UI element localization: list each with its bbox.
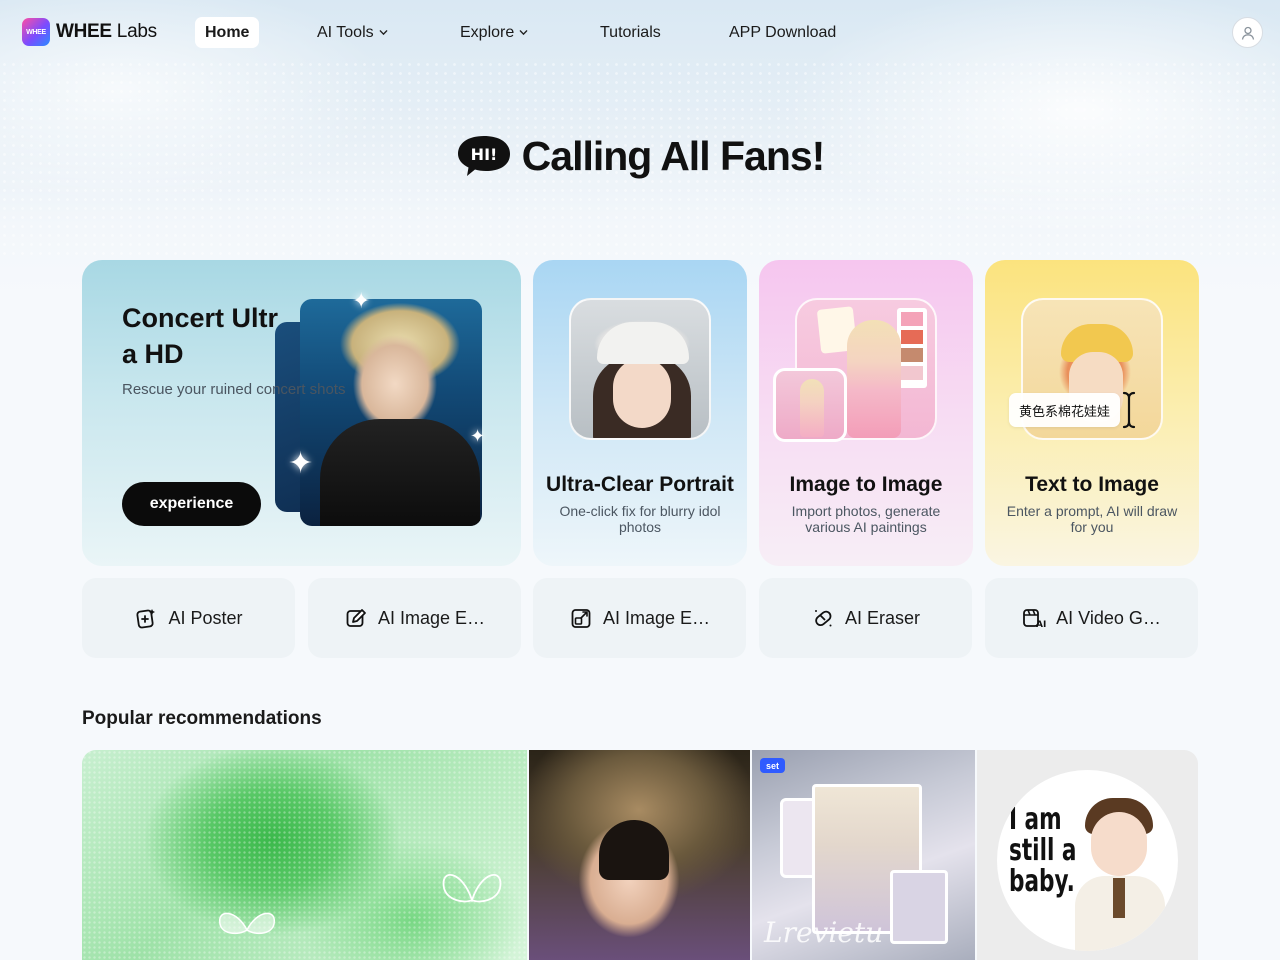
hi-speech-bubble-icon: HI! [457,136,510,176]
feature-card-ultra-clear-portrait[interactable]: Ultra-Clear Portrait One-click fix for b… [533,260,747,566]
chevron-down-icon [379,30,387,36]
nav-home[interactable]: Home [195,17,260,48]
card-title: Image to Image [789,473,943,496]
eraser-icon [811,606,835,630]
svg-text:AI: AI [1036,620,1046,629]
thumbnail-figure [847,320,901,438]
recommendation-card[interactable] [529,750,750,960]
nav-app-download[interactable]: APP Download [719,17,846,48]
top-navigation: WHEE WHEE Labs Home AI Tools Explore Tut… [0,0,1280,64]
sticker-figure [1075,792,1165,951]
thumbnail-color-swatch [897,308,927,388]
card-description: Enter a prompt, AI will draw for you [1006,503,1178,535]
user-avatar-button[interactable] [1232,17,1263,48]
card-title: Text to Image [1025,473,1159,496]
tool-label: AI Eraser [844,607,921,628]
recommendation-figure-hair [599,820,669,880]
sticker-figure-face [1091,812,1147,876]
page-title: Calling All Fans! [521,132,826,179]
whee-logo[interactable]: WHEE WHEE Labs [22,18,157,46]
nav-tutorials-label: Tutorials [600,23,661,41]
prompt-example: 黄色系棉花娃娃 [1009,393,1121,427]
video-generator-icon: AI [1022,606,1046,630]
sparkle-icon: ✦ [470,426,486,446]
nav-ai-tools-label: AI Tools [317,23,374,41]
portrait-thumbnail [569,298,711,440]
nav-explore[interactable]: Explore [450,17,538,48]
experience-button[interactable]: experience [122,482,261,526]
sparkle-icon: ✦ [288,447,314,480]
chevron-down-icon [519,30,528,36]
tool-label: AI Image E… [377,607,486,628]
tool-label: AI Poster [168,607,243,628]
inset-figure [800,379,824,437]
user-icon [1241,26,1254,40]
set-badge: set [760,758,786,773]
concert-photo-figure [320,419,480,526]
collage-frame [890,870,948,944]
portrait-thumbnail-face [613,358,671,428]
nav-app-download-label: APP Download [729,23,837,41]
card-title: Ultra-Clear Portrait [546,473,734,496]
section-title-popular: Popular recommendations [82,708,322,729]
sticker-circle: I am still a baby. [997,770,1178,951]
recommendation-card[interactable]: Lrevietu set [752,750,975,960]
tool-ai-poster[interactable]: AI Poster [82,578,295,658]
feature-card-text-to-image[interactable]: 黄色系棉花娃娃 Text to Image Enter a prompt, AI… [985,260,1199,566]
logo-text-bold: WHEE [56,21,112,42]
text-cursor-icon [1122,391,1136,429]
concert-photo [300,299,482,526]
tool-ai-video-generator[interactable]: AI AI Video G… [985,578,1198,658]
nav-tutorials[interactable]: Tutorials [590,17,671,48]
card-description: One-click fix for blurry idol photos [559,503,721,535]
card-description: Import photos, generate various AI paint… [791,503,941,535]
tool-ai-eraser[interactable]: AI Eraser [759,578,972,658]
whee-logo-mark: WHEE [22,18,50,46]
feature-card-concert-ultra-hd[interactable]: ✦ ✦ ✦ Concert Ultra HD Rescue your ruine… [82,260,521,566]
logo-text-light: Labs [116,21,157,42]
image-edit-icon [344,606,368,630]
nav-ai-tools[interactable]: AI Tools [307,17,398,48]
logo-text: WHEE Labs [56,21,157,43]
script-lettering: Lrevietu [764,916,884,949]
feature-card-image-to-image[interactable]: Image to Image Import photos, generate v… [759,260,973,566]
portrait-thumbnail-cap [597,322,689,364]
source-photo-inset [773,368,847,442]
tool-ai-image-expander[interactable]: AI Image E… [533,578,746,658]
hi-badge-text: HI! [470,145,497,164]
tool-label: AI Image E… [602,607,711,628]
sticker-figure-tie [1113,878,1125,918]
recommendation-card[interactable]: I am still a baby. [977,750,1198,960]
nav-explore-label: Explore [460,23,515,41]
tool-label: AI Video G… [1056,607,1161,628]
butterfly-outline-icon [442,874,502,903]
sparkle-icon: ✦ [352,288,371,313]
hero-title-row: HI! Calling All Fans! [0,128,1280,184]
concert-card-title: Concert Ultra HD [122,303,279,369]
poster-icon [134,606,158,630]
nav-home-label: Home [205,23,250,41]
concert-card-subtitle: Rescue your ruined concert shots [122,381,346,398]
butterfly-icon [219,912,275,935]
tool-ai-image-editor[interactable]: AI Image E… [308,578,521,658]
image-expand-icon [569,606,593,630]
recommendation-card[interactable] [82,750,527,960]
